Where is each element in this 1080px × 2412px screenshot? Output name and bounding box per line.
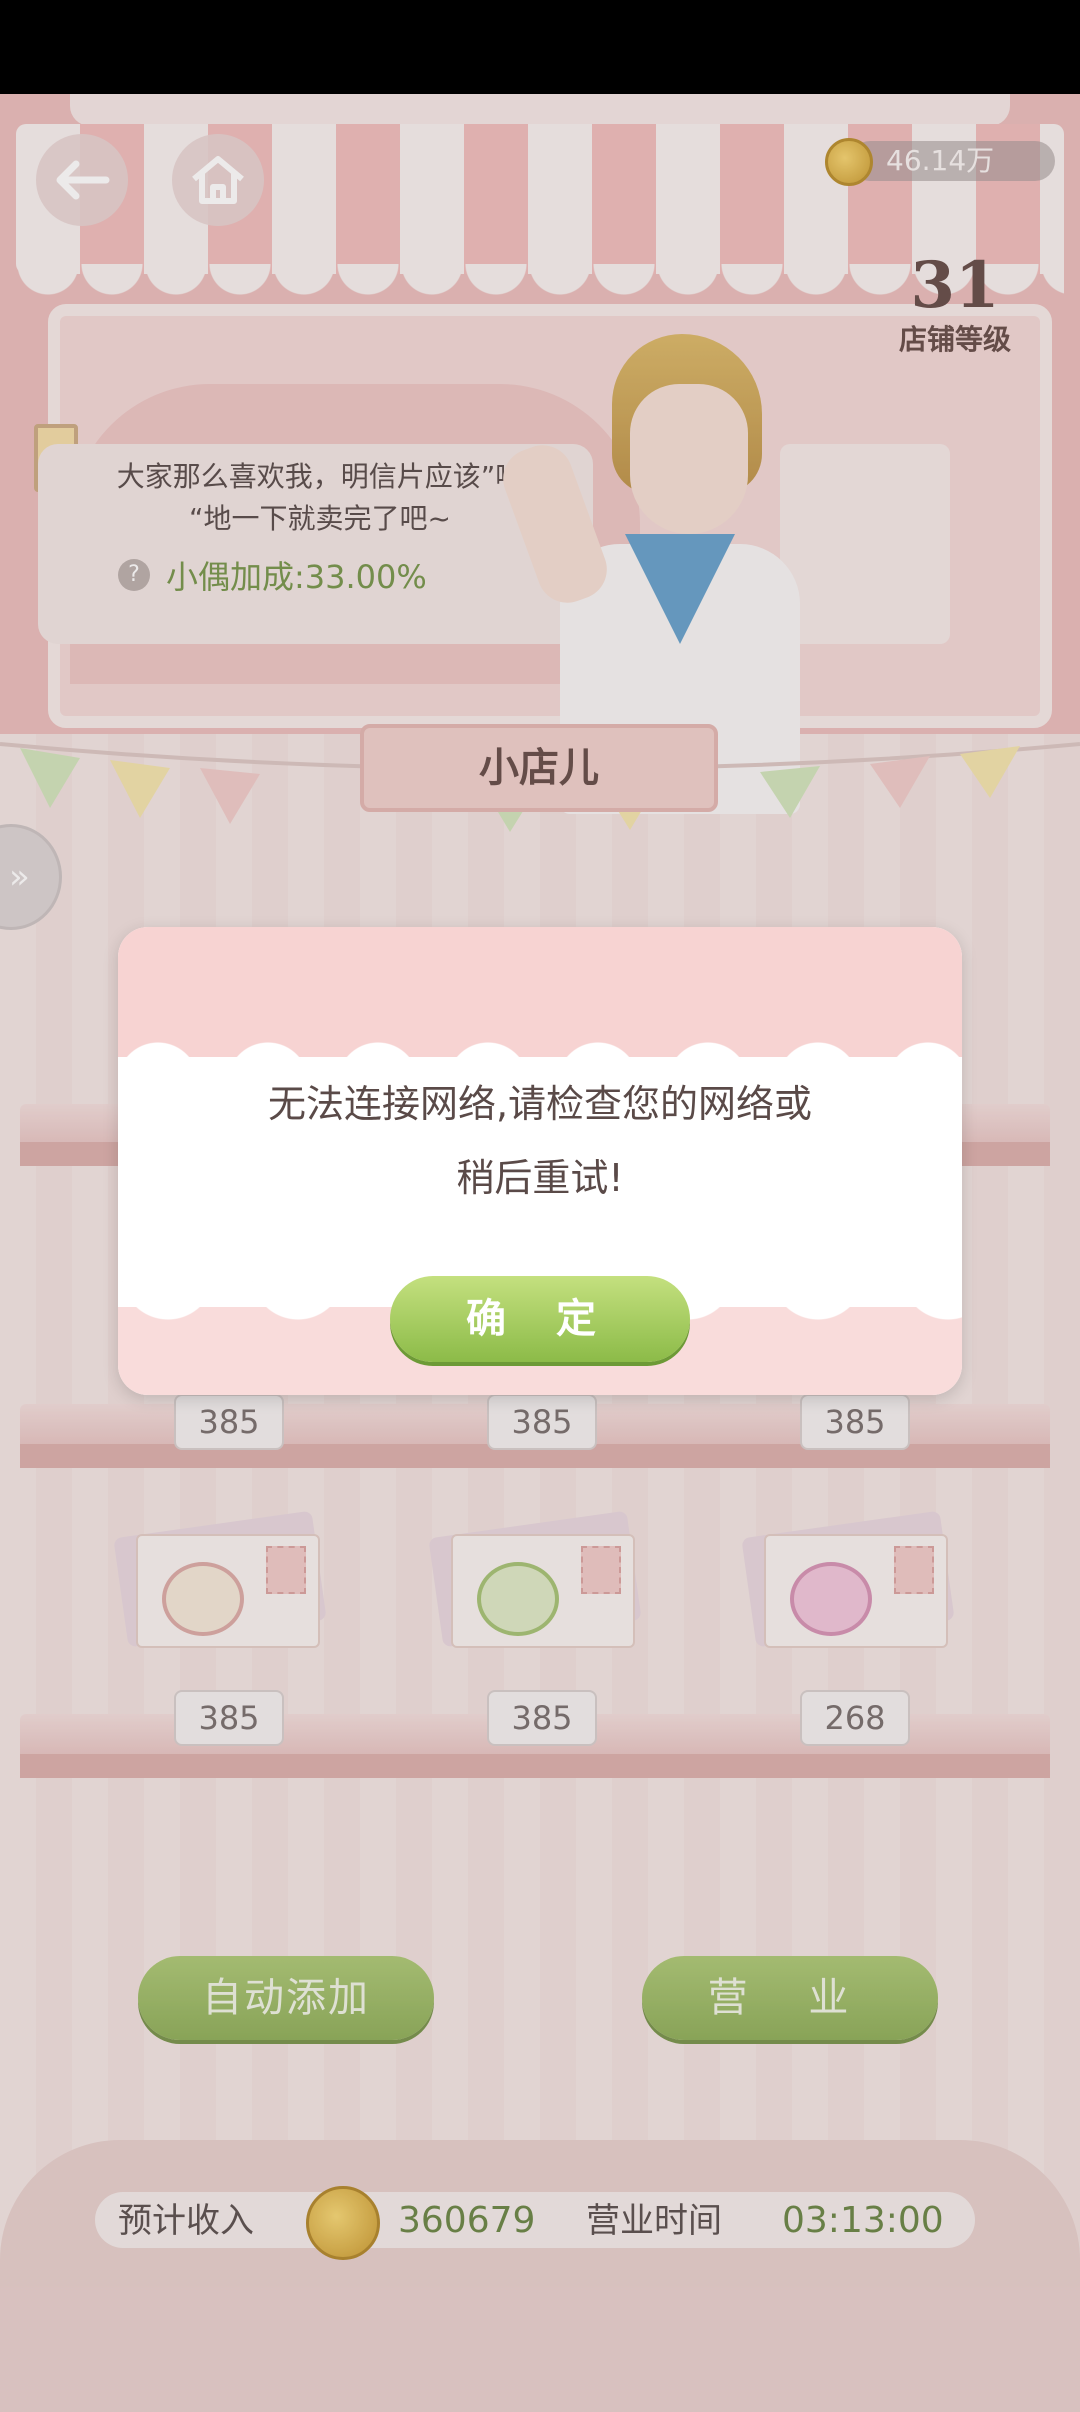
network-error-dialog: 无法连接网络,请检查您的网络或 稍后重试! 确 定 [118, 927, 962, 1395]
dialog-message: 无法连接网络,请检查您的网络或 稍后重试! [178, 1067, 902, 1215]
dialog-message-line-1: 无法连接网络,请检查您的网络或 [267, 1082, 813, 1126]
status-bar [0, 0, 1080, 94]
dialog-message-line-2: 稍后重试! [456, 1156, 624, 1200]
confirm-button[interactable]: 确 定 [390, 1276, 690, 1362]
